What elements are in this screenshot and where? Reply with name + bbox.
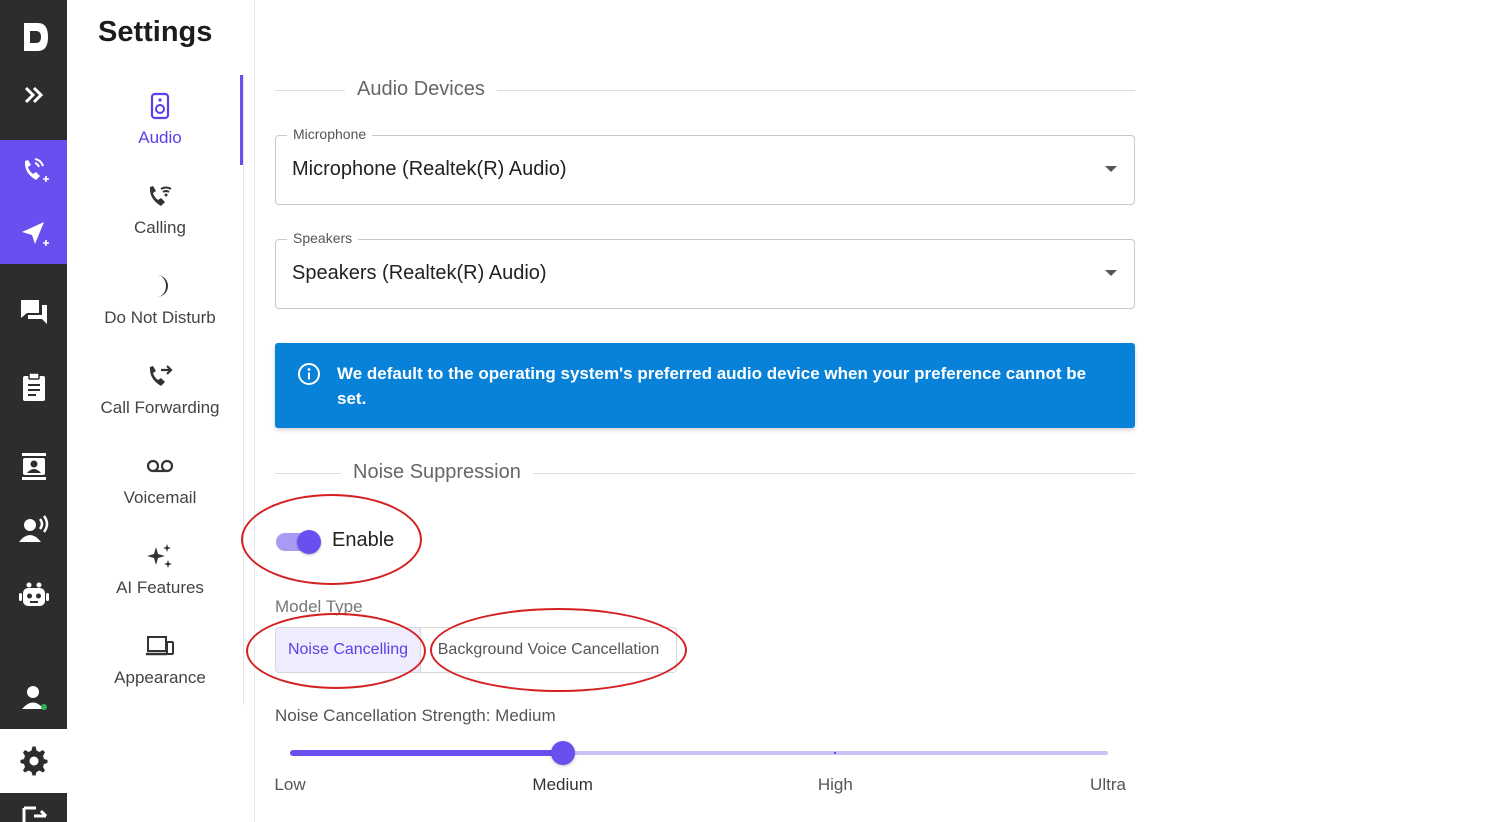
audio-devices-section-header: Audio Devices [275, 78, 1135, 102]
gear-icon[interactable] [0, 729, 67, 793]
section-title: Audio Devices [345, 78, 497, 101]
noise-cancelling-option[interactable]: Noise Cancelling [275, 627, 421, 673]
user-status-icon[interactable] [0, 666, 67, 728]
slider-fill [290, 750, 563, 756]
clipboard-icon[interactable] [0, 356, 67, 418]
nav-divider [243, 75, 244, 705]
microphone-label: Microphone [287, 126, 373, 142]
slider-tick [290, 752, 292, 754]
nav-item-ai-features[interactable]: AI Features [80, 526, 240, 614]
moon-icon [145, 271, 175, 301]
noise-suppression-toggle[interactable] [276, 530, 322, 554]
nav-active-indicator [240, 75, 243, 165]
nav-item-appearance[interactable]: Appearance [80, 616, 240, 704]
info-banner: We default to the operating system's pre… [275, 343, 1135, 428]
phone-plus-icon[interactable] [0, 140, 67, 202]
nav-item-calling[interactable]: Calling [80, 166, 240, 254]
speakers-value: Speakers (Realtek(R) Audio) [292, 262, 547, 284]
caret-down-icon [1105, 166, 1117, 172]
background-voice-cancellation-option[interactable]: Background Voice Cancellation [420, 627, 677, 673]
person-speaking-icon[interactable] [0, 498, 67, 560]
nav-label: Calling [134, 218, 186, 237]
robot-icon[interactable] [0, 564, 67, 626]
nav-label: Voicemail [123, 488, 197, 507]
nav-label: AI Features [116, 578, 204, 597]
slider-handle[interactable] [550, 741, 575, 765]
phone-wifi-icon [145, 181, 175, 211]
speakers-label: Speakers [287, 230, 359, 246]
toggle-thumb [297, 530, 321, 554]
strength-label: Noise Cancellation Strength: Medium [275, 706, 556, 725]
nav-label: Audio [138, 128, 182, 147]
info-icon [297, 362, 321, 386]
slider-tick [834, 752, 837, 754]
nav-label: Appearance [114, 668, 206, 687]
send-plus-icon[interactable] [0, 202, 67, 264]
logout-icon[interactable] [0, 794, 67, 822]
noise-suppression-section-header: Noise Suppression [275, 461, 1135, 485]
nav-item-call-forwarding[interactable]: Call Forwarding [80, 346, 240, 434]
voicemail-icon [145, 451, 175, 481]
strength-mark-low[interactable]: Low [274, 775, 305, 795]
info-message: We default to the operating system's pre… [337, 364, 1087, 408]
double-chevron-right-icon[interactable] [0, 64, 67, 126]
nav-label: Call Forwarding [100, 398, 220, 417]
app-rail [0, 0, 67, 822]
nav-item-audio[interactable]: Audio [80, 76, 240, 164]
dialpad-logo-icon[interactable] [0, 6, 67, 68]
settings-title: Settings [98, 16, 213, 48]
nav-label: Do Not Disturb [104, 308, 216, 327]
phone-forward-icon [145, 361, 175, 391]
caret-down-icon [1105, 270, 1117, 276]
strength-mark-high[interactable]: High [818, 775, 853, 795]
panel-divider [254, 0, 255, 822]
speakers-select[interactable]: Speakers Speakers (Realtek(R) Audio) [275, 230, 1135, 309]
microphone-select[interactable]: Microphone Microphone (Realtek(R) Audio) [275, 126, 1135, 205]
section-title: Noise Suppression [341, 461, 533, 484]
nav-item-voicemail[interactable]: Voicemail [80, 436, 240, 524]
model-type-label: Model Type [275, 597, 363, 616]
strength-mark-medium[interactable]: Medium [532, 775, 592, 795]
sparkles-icon [145, 541, 175, 571]
contact-card-icon[interactable] [0, 435, 67, 497]
strength-slider[interactable] [290, 740, 1108, 766]
microphone-value: Microphone (Realtek(R) Audio) [292, 158, 567, 180]
devices-icon [145, 631, 175, 661]
nav-item-do-not-disturb[interactable]: Do Not Disturb [80, 256, 240, 344]
strength-mark-ultra[interactable]: Ultra [1090, 775, 1126, 795]
enable-label: Enable [332, 529, 395, 551]
chat-icon[interactable] [0, 280, 67, 342]
speaker-icon [145, 91, 175, 121]
